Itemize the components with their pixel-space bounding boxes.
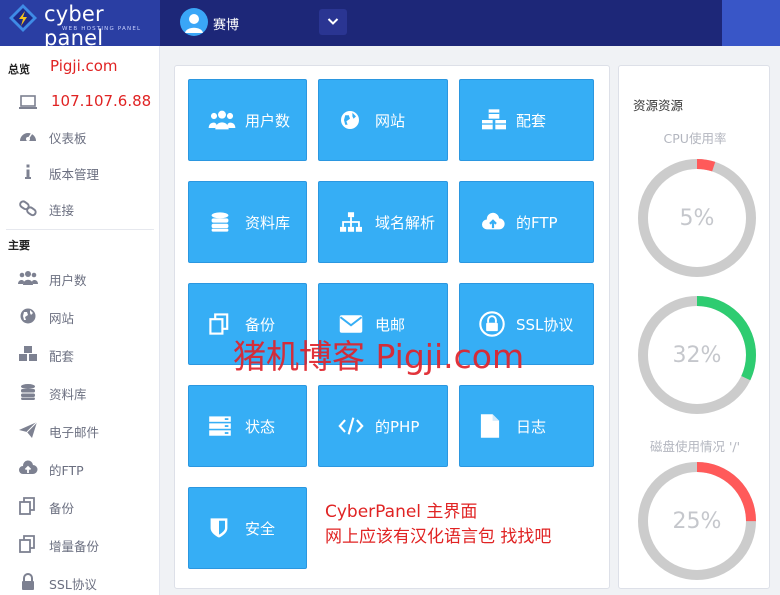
tile-status[interactable]: 状态 xyxy=(188,385,307,467)
dashboard-icon xyxy=(20,132,36,141)
sidebar-item-databases[interactable]: 资料库 xyxy=(18,381,158,403)
sidebar-divider xyxy=(6,229,154,230)
laptop-icon xyxy=(19,95,37,109)
tile-logs[interactable]: 日志 xyxy=(459,385,594,467)
overview-note: Pigji.com xyxy=(50,57,118,75)
sidebar-item-label: 网站 xyxy=(49,311,75,326)
file-icon xyxy=(480,414,500,438)
tile-label: 资料库 xyxy=(245,213,291,232)
sidebar-item-label: 增量备份 xyxy=(49,539,100,554)
sidebar-item-users[interactable]: 用户数 xyxy=(18,267,158,289)
sidebar-item-label: 配套 xyxy=(49,349,75,364)
tile-label: 的PHP xyxy=(375,417,420,436)
resources-title: 资源资源 xyxy=(633,98,684,113)
gauge-value: 32% xyxy=(672,342,722,368)
users-icon xyxy=(18,271,38,285)
sidebar-item-connect[interactable]: 连接 xyxy=(18,197,158,219)
server-ip-address: 107.107.6.88 xyxy=(51,92,152,110)
tile-label: 配套 xyxy=(516,111,547,130)
disk-gauge: 25% xyxy=(635,459,759,583)
sidebar-item-backup[interactable]: 备份 xyxy=(18,495,158,517)
database-icon xyxy=(211,212,229,232)
users-icon xyxy=(208,110,236,130)
sidebar-item-ftp[interactable]: 的FTP xyxy=(18,457,158,479)
sidebar-item-email[interactable]: 电子邮件 xyxy=(18,419,158,441)
copy-icon xyxy=(209,313,229,335)
server-icon xyxy=(209,416,231,436)
sidebar-item-incremental-backup[interactable]: 增量备份 xyxy=(18,533,158,555)
globe-icon xyxy=(341,111,359,129)
sidebar-item-websites[interactable]: 网站 xyxy=(18,305,158,327)
resources-panel: 资源资源 CPU使用率 5% 32% 磁盘使用情况 '/' 25% xyxy=(618,65,770,589)
tile-label: 状态 xyxy=(245,417,276,436)
cpu-gauge: 5% xyxy=(635,156,759,280)
annotation-line-1: CyberPanel 主界面 xyxy=(325,502,478,522)
code-icon xyxy=(338,417,364,435)
packages-icon xyxy=(19,346,37,361)
tile-label: 安全 xyxy=(245,519,276,538)
paper-plane-icon xyxy=(19,421,38,438)
header-right-area xyxy=(722,0,780,46)
cloud-upload-icon xyxy=(19,460,38,474)
sidebar-item-label: 仪表板 xyxy=(49,131,87,146)
sidebar-item-label: SSL协议 xyxy=(49,577,97,592)
sitemap-icon xyxy=(340,212,362,232)
brand-subtitle: WEB HOSTING PANEL xyxy=(62,26,142,32)
cloud-upload-icon xyxy=(482,212,505,230)
sidebar-item-dashboard[interactable]: 仪表板 xyxy=(18,125,158,147)
sidebar-item-server-ip[interactable]: 107.107.6.88 xyxy=(18,91,158,113)
sidebar-item-label: 的FTP xyxy=(49,463,84,478)
tile-ftp[interactable]: 的FTP xyxy=(459,181,594,263)
copy-icon xyxy=(19,497,35,515)
tile-label: 日志 xyxy=(516,417,547,436)
sidebar-item-label: 版本管理 xyxy=(49,167,100,182)
tile-label: 网站 xyxy=(375,111,406,130)
ram-gauge: 32% xyxy=(635,293,759,417)
sidebar-item-label: 资料库 xyxy=(49,387,87,402)
tile-databases[interactable]: 资料库 xyxy=(188,181,307,263)
tile-label: 域名解析 xyxy=(375,213,436,232)
copy-icon xyxy=(19,535,35,553)
sidebar-item-packages[interactable]: 配套 xyxy=(18,343,158,365)
annotation-line-2: 网上应该有汉化语言包 找找吧 xyxy=(325,527,552,547)
gauge-title-disk: 磁盘使用情况 '/' xyxy=(649,439,741,454)
tile-dns[interactable]: 域名解析 xyxy=(318,181,448,263)
sidebar-item-label: 备份 xyxy=(49,501,75,516)
tile-label: 用户数 xyxy=(245,111,291,130)
user-dropdown-button[interactable] xyxy=(319,9,347,35)
tile-label: SSL协议 xyxy=(516,315,574,334)
avatar-icon[interactable] xyxy=(180,8,208,36)
database-icon xyxy=(21,384,35,400)
sidebar-item-version[interactable]: 版本管理 xyxy=(18,161,158,183)
username: 赛博 xyxy=(213,18,240,33)
sidebar-item-label: 用户数 xyxy=(49,273,87,288)
tile-websites[interactable]: 网站 xyxy=(318,79,448,161)
sidebar-item-label: 连接 xyxy=(49,203,75,218)
sidebar: 总览 Pigji.com 107.107.6.88 仪表板 版本管理 连接 主要… xyxy=(0,46,160,595)
sidebar-section-overview: 总览 xyxy=(8,63,30,76)
sidebar-section-main: 主要 xyxy=(8,239,30,252)
watermark-text: 猪机博客 Pigji.com xyxy=(233,337,525,376)
cubes-icon xyxy=(482,109,506,130)
tile-packages[interactable]: 配套 xyxy=(459,79,594,161)
cyberpanel-logo-icon xyxy=(9,4,37,32)
tile-php[interactable]: 的PHP xyxy=(318,385,448,467)
link-icon xyxy=(19,200,37,217)
lock-icon xyxy=(22,573,34,590)
gauge-value: 5% xyxy=(679,205,715,231)
globe-icon xyxy=(20,308,36,324)
tile-security[interactable]: 安全 xyxy=(188,487,307,569)
shield-icon xyxy=(210,518,228,538)
brand-area[interactable]: cyber panel WEB HOSTING PANEL xyxy=(0,0,160,50)
gauge-value: 25% xyxy=(672,508,722,534)
app-root: cyber panel WEB HOSTING PANEL 赛博 总览 Pigj… xyxy=(0,0,780,595)
top-header: cyber panel WEB HOSTING PANEL 赛博 xyxy=(0,0,780,50)
sidebar-item-label: 电子邮件 xyxy=(49,425,100,440)
tile-label: 的FTP xyxy=(516,213,558,232)
tile-users[interactable]: 用户数 xyxy=(188,79,307,161)
chevron-down-icon xyxy=(327,18,339,25)
sidebar-item-ssl[interactable]: SSL协议 xyxy=(18,571,158,593)
gauge-title-cpu: CPU使用率 xyxy=(663,131,727,146)
info-icon xyxy=(25,164,31,179)
